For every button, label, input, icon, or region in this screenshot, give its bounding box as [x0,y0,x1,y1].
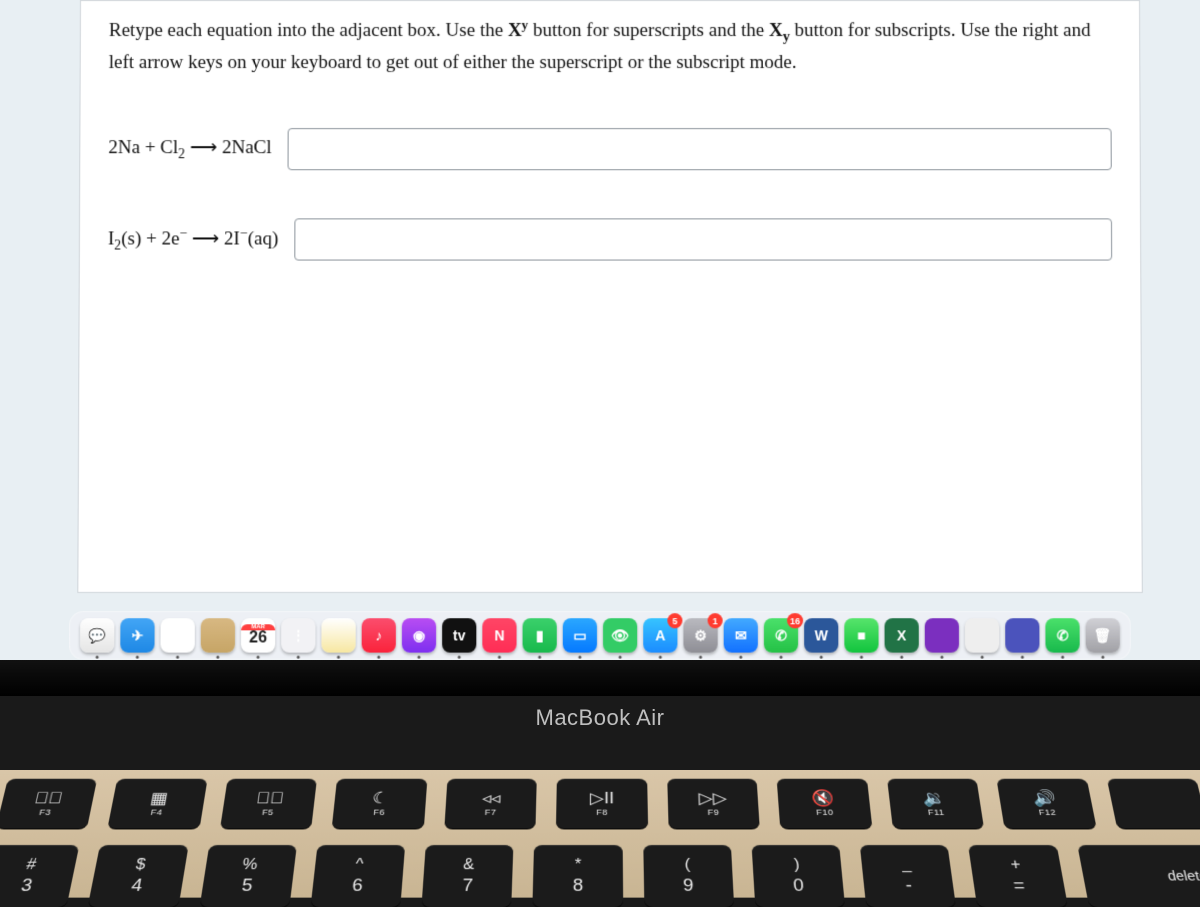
key-f6[interactable]: ☾F6 [332,779,427,829]
facetime-icon[interactable]: ■ [844,618,878,652]
messages-icon[interactable]: 💬 [80,618,114,652]
podcasts-icon[interactable]: ◉ [402,618,436,652]
news-icon[interactable]: N [482,618,516,652]
key-5[interactable]: %5 [199,845,297,907]
settings-icon[interactable]: ⚙1 [683,618,717,652]
macos-dock[interactable]: 💬✈︎✿ MAR26⋮ ♪◉tvN▮▭👁A5⚙1✉✆16W■X ✆🗑 [69,611,1131,660]
key-9[interactable]: (9 [643,845,734,907]
laptop-hinge [0,660,1200,696]
key-f8[interactable]: ▷IIF8 [556,779,648,829]
calc-icon[interactable] [965,618,999,652]
preview-icon[interactable]: 👁 [603,618,637,652]
key-f4[interactable]: ▦F4 [108,779,208,829]
key-f12[interactable]: 🔊F12 [996,779,1096,829]
key-7[interactable]: &7 [422,845,514,907]
numbers-icon[interactable]: ▮ [523,618,557,652]
key-f10[interactable]: 🔇F10 [777,779,872,829]
trash-icon[interactable]: 🗑 [1086,618,1120,652]
equation-2-label: I2(s) + 2e− ⟶ 2I−(aq) [108,225,278,253]
maps-icon[interactable]: ✈︎ [120,618,154,652]
key-delete[interactable]: delete [1077,845,1200,907]
key-f5[interactable]: 🎤⃠F5 [220,779,317,829]
keyboard: ⌘⃝F3▦F4🎤⃠F5☾F6◃◃F7▷IIF8▷▷F9🔇F10🔉F11🔊F12 … [0,770,1200,898]
key-f9[interactable]: ▷▷F9 [667,779,760,829]
laptop-model-label: MacBook Air [0,705,1200,731]
word-icon[interactable]: W [804,618,838,652]
key-4[interactable]: $4 [88,845,188,907]
equation-1-input[interactable] [288,128,1112,170]
file-icon[interactable] [201,618,235,652]
onenote-icon[interactable] [925,618,959,652]
mail-icon[interactable]: ✉ [724,618,758,652]
phone-icon[interactable]: ✆ [1045,618,1079,652]
appletv-icon[interactable]: tv [442,618,476,652]
key-8[interactable]: *8 [533,845,623,907]
notes-icon[interactable] [321,618,355,652]
teams-icon[interactable] [1005,618,1039,652]
key-6[interactable]: ^6 [310,845,405,907]
equation-2-input[interactable] [294,218,1112,260]
key-f7[interactable]: ◃◃F7 [444,779,537,829]
excel-icon[interactable]: X [885,618,919,652]
calendar-icon[interactable]: MAR26 [241,618,275,652]
reminders-icon[interactable]: ⋮ [281,618,315,652]
key-3[interactable]: #3 [0,845,80,907]
key-blank[interactable] [1106,779,1200,829]
keynote-icon[interactable]: ▭ [563,618,597,652]
key-f11[interactable]: 🔉F11 [887,779,984,829]
equation-1-label: 2Na + Cl2 ⟶ 2NaCl [108,136,271,162]
key-0[interactable]: )0 [751,845,845,907]
key-=[interactable]: += [968,845,1067,907]
music-icon[interactable]: ♪ [362,618,396,652]
key--[interactable]: _- [860,845,957,907]
photos-icon[interactable]: ✿ [161,618,195,652]
key-f3[interactable]: ⌘⃝F3 [0,779,98,829]
whatsapp-icon[interactable]: ✆16 [764,618,798,652]
appstore-icon[interactable]: A5 [643,618,677,652]
instructions-text: Retype each equation into the adjacent b… [109,15,1112,78]
